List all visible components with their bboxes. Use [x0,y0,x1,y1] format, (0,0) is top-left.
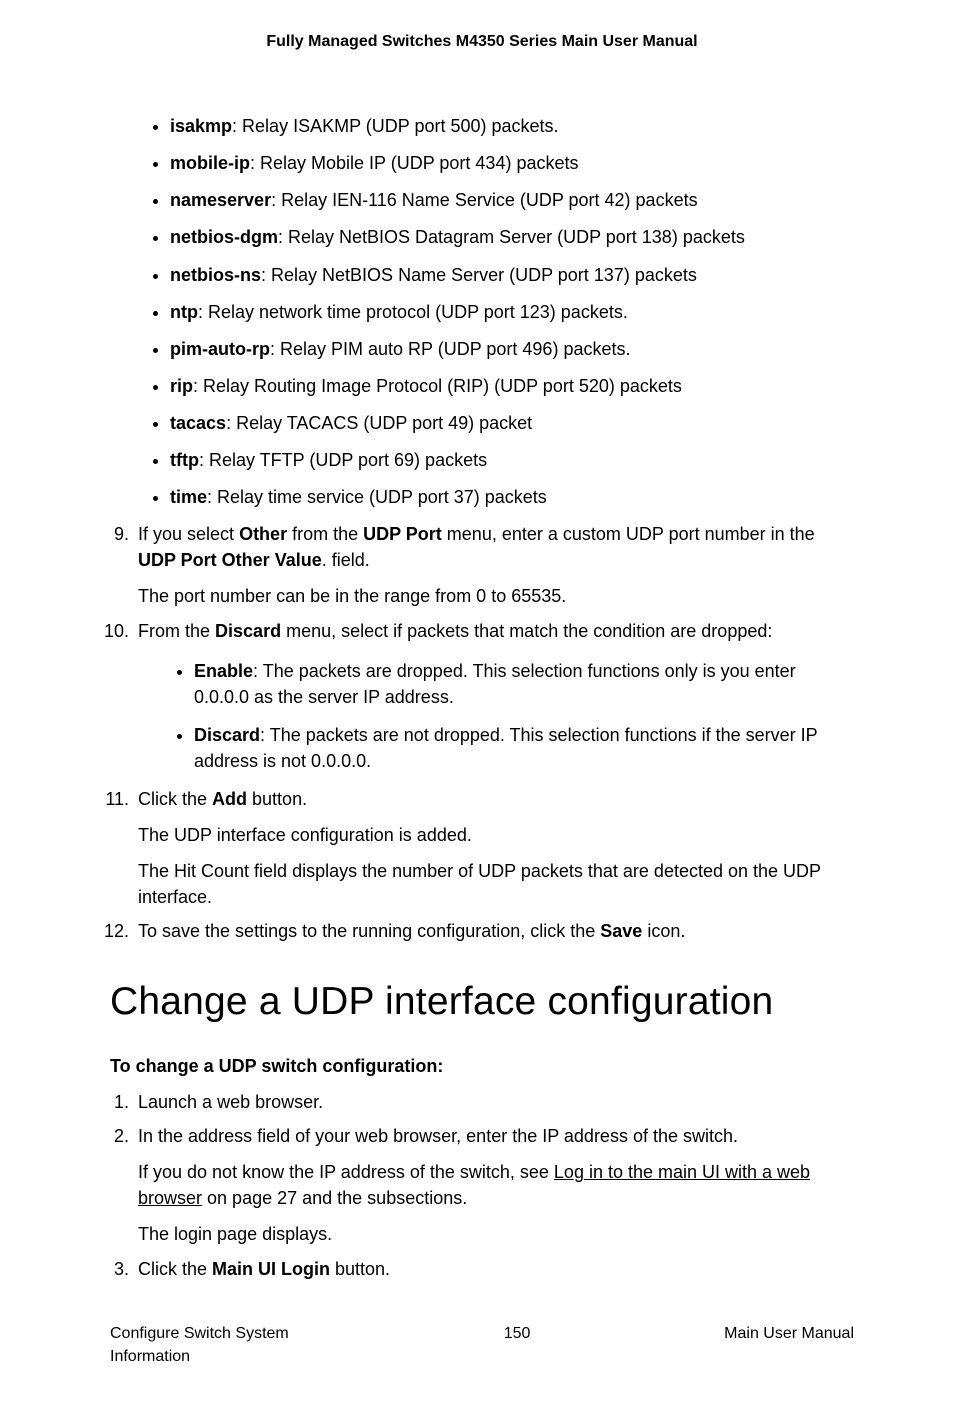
step-9-note: The port number can be in the range from… [138,583,854,609]
list-item: netbios-dgm: Relay NetBIOS Datagram Serv… [170,224,854,250]
text: From the [138,621,215,641]
change-step-2-para: If you do not know the IP address of the… [138,1159,854,1211]
step-10-sublist: Enable: The packets are dropped. This se… [138,658,854,774]
term: Discard [194,725,260,745]
term: Enable [194,661,253,681]
footer-page-number: 150 [504,1322,531,1368]
step-11-para1: The UDP interface configuration is added… [138,822,854,848]
change-step-3: Click the Main UI Login button. [134,1256,854,1282]
list-item: Enable: The packets are dropped. This se… [194,658,854,710]
desc: : Relay PIM auto RP (UDP port 496) packe… [270,339,631,359]
text: Click the [138,789,212,809]
step-12: To save the settings to the running conf… [134,918,854,944]
term: ntp [170,302,198,322]
text: on page 27 and the subsections. [202,1188,467,1208]
text: To save the settings to the running conf… [138,921,600,941]
footer-left: Configure Switch System Information [110,1322,310,1368]
desc: : Relay Routing Image Protocol (RIP) (UD… [193,376,682,396]
term: netbios-ns [170,265,261,285]
term: tftp [170,450,199,470]
step-11-para2: The Hit Count field displays the number … [138,858,854,910]
term: mobile-ip [170,153,250,173]
page-footer: Configure Switch System Information 150 … [110,1322,854,1368]
desc: : Relay ISAKMP (UDP port 500) packets. [232,116,558,136]
bold-add: Add [212,789,247,809]
step-9: If you select Other from the UDP Port me… [134,521,854,609]
list-item: nameserver: Relay IEN-116 Name Service (… [170,187,854,213]
text: button. [247,789,307,809]
list-item: mobile-ip: Relay Mobile IP (UDP port 434… [170,150,854,176]
text: In the address field of your web browser… [138,1126,738,1146]
step-11: Click the Add button. The UDP interface … [134,786,854,910]
bold-udp-port-other: UDP Port Other Value [138,550,322,570]
text: . field. [322,550,370,570]
term: nameserver [170,190,271,210]
numbered-steps-continued: If you select Other from the UDP Port me… [110,521,854,944]
list-item: pim-auto-rp: Relay PIM auto RP (UDP port… [170,336,854,362]
bold-discard: Discard [215,621,281,641]
bold-save: Save [600,921,642,941]
desc: : Relay TFTP (UDP port 69) packets [199,450,487,470]
list-item: isakmp: Relay ISAKMP (UDP port 500) pack… [170,113,854,139]
bold-other: Other [239,524,287,544]
text: If you do not know the IP address of the… [138,1162,554,1182]
desc: : Relay NetBIOS Name Server (UDP port 13… [261,265,697,285]
list-item: time: Relay time service (UDP port 37) p… [170,484,854,510]
section-heading-change-udp: Change a UDP interface configuration [110,974,854,1031]
step-10: From the Discard menu, select if packets… [134,618,854,774]
footer-right: Main User Manual [724,1322,854,1368]
text: icon. [642,921,685,941]
desc: : The packets are not dropped. This sele… [194,725,817,771]
relay-options-list: isakmp: Relay ISAKMP (UDP port 500) pack… [110,113,854,510]
text: menu, enter a custom UDP port number in … [442,524,815,544]
change-udp-steps: Launch a web browser. In the address fie… [110,1089,854,1282]
list-item: ntp: Relay network time protocol (UDP po… [170,299,854,325]
desc: : Relay time service (UDP port 37) packe… [207,487,547,507]
desc: : The packets are dropped. This selectio… [194,661,796,707]
term: time [170,487,207,507]
text: Click the [138,1259,212,1279]
list-item: Discard: The packets are not dropped. Th… [194,722,854,774]
term: rip [170,376,193,396]
change-step-1: Launch a web browser. [134,1089,854,1115]
term: isakmp [170,116,232,136]
bold-udp-port: UDP Port [363,524,442,544]
text: from the [287,524,363,544]
list-item: tftp: Relay TFTP (UDP port 69) packets [170,447,854,473]
text: menu, select if packets that match the c… [281,621,772,641]
page-header-title: Fully Managed Switches M4350 Series Main… [110,30,854,53]
desc: : Relay Mobile IP (UDP port 434) packets [250,153,578,173]
desc: : Relay TACACS (UDP port 49) packet [226,413,532,433]
text: button. [330,1259,390,1279]
desc: : Relay network time protocol (UDP port … [198,302,628,322]
desc: : Relay IEN-116 Name Service (UDP port 4… [271,190,698,210]
term: pim-auto-rp [170,339,270,359]
procedure-subheading: To change a UDP switch configuration: [110,1053,854,1079]
list-item: tacacs: Relay TACACS (UDP port 49) packe… [170,410,854,436]
term: tacacs [170,413,226,433]
desc: : Relay NetBIOS Datagram Server (UDP por… [278,227,745,247]
page-container: Fully Managed Switches M4350 Series Main… [0,0,954,1408]
term: netbios-dgm [170,227,278,247]
list-item: rip: Relay Routing Image Protocol (RIP) … [170,373,854,399]
text: If you select [138,524,239,544]
list-item: netbios-ns: Relay NetBIOS Name Server (U… [170,262,854,288]
change-step-2: In the address field of your web browser… [134,1123,854,1247]
bold-main-ui-login: Main UI Login [212,1259,330,1279]
